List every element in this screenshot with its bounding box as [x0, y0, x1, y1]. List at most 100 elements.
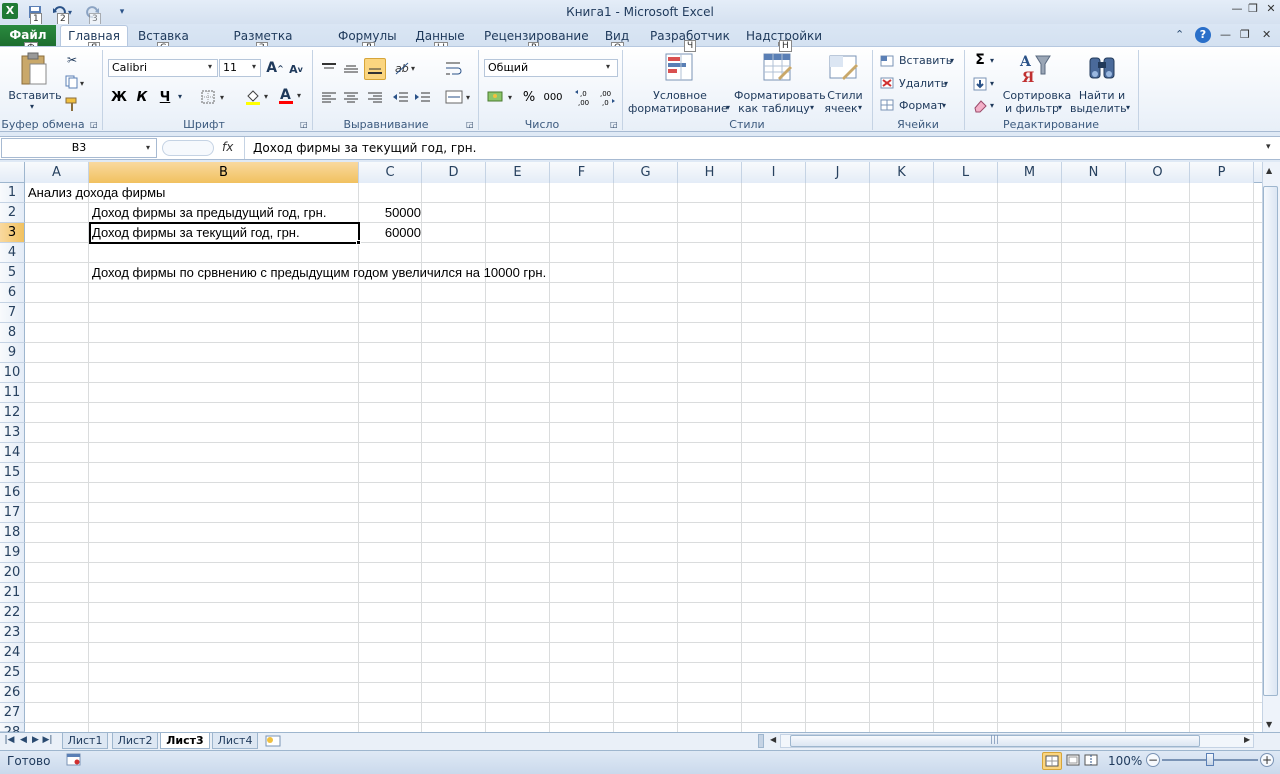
macro-record-icon[interactable] [66, 753, 82, 767]
excel-logo-icon[interactable]: X [2, 3, 18, 19]
conditional-formatting-arrow-icon[interactable]: ▾ [726, 103, 730, 112]
normal-view-icon[interactable] [1042, 752, 1062, 770]
workbook-minimize-icon[interactable]: — [1220, 28, 1231, 41]
worksheet-grid[interactable] [0, 162, 1262, 732]
row-header-20[interactable]: 20 [0, 563, 25, 583]
cell-C3[interactable]: 60000 [359, 223, 421, 243]
row-header-16[interactable]: 16 [0, 483, 25, 503]
thousands-separator-button[interactable]: 000 [542, 88, 564, 106]
row-header-24[interactable]: 24 [0, 643, 25, 663]
column-header-F[interactable]: F [550, 162, 614, 183]
column-header-E[interactable]: E [486, 162, 550, 183]
format-as-table-label-2[interactable]: как таблицу [738, 102, 810, 115]
tab-split-handle[interactable] [758, 734, 764, 748]
column-header-M[interactable]: M [998, 162, 1062, 183]
column-header-N[interactable]: N [1062, 162, 1126, 183]
insert-sheet-icon[interactable] [262, 734, 286, 748]
find-select-icon[interactable] [1086, 52, 1118, 84]
row-header-9[interactable]: 9 [0, 343, 25, 363]
align-bottom-icon[interactable] [364, 58, 386, 80]
align-top-icon[interactable] [320, 61, 338, 77]
formula-bar-resize-handle[interactable] [162, 140, 214, 156]
row-header-11[interactable]: 11 [0, 383, 25, 403]
sort-filter-icon[interactable]: AЯ [1018, 52, 1052, 86]
delete-cells-icon[interactable] [880, 76, 896, 90]
row-header-25[interactable]: 25 [0, 663, 25, 683]
column-header-A[interactable]: A [25, 162, 89, 183]
clipboard-dialog-launcher-icon[interactable]: ◲ [90, 120, 98, 129]
row-header-2[interactable]: 2 [0, 203, 25, 223]
select-all-corner[interactable] [0, 162, 25, 183]
insert-function-icon[interactable]: fx [222, 140, 233, 154]
font-dialog-launcher-icon[interactable]: ◲ [300, 120, 308, 129]
font-name-dropdown-arrow-icon[interactable]: ▾ [208, 62, 212, 71]
alignment-dialog-launcher-icon[interactable]: ◲ [466, 120, 474, 129]
cut-icon[interactable]: ✂ [64, 52, 80, 68]
format-cells-label[interactable]: Формат [899, 99, 944, 112]
insert-cells-icon[interactable] [880, 54, 896, 68]
row-header-15[interactable]: 15 [0, 463, 25, 483]
row-header-6[interactable]: 6 [0, 283, 25, 303]
scroll-down-icon[interactable]: ▼ [1266, 720, 1272, 729]
row-header-21[interactable]: 21 [0, 583, 25, 603]
row-header-5[interactable]: 5 [0, 263, 25, 283]
fill-handle[interactable] [356, 240, 361, 245]
name-box-arrow-icon[interactable]: ▾ [146, 143, 150, 152]
next-sheet-icon[interactable]: ▶ [30, 734, 41, 747]
row-header-19[interactable]: 19 [0, 543, 25, 563]
copy-icon[interactable]: ▾ [64, 74, 88, 90]
page-break-view-icon[interactable] [1082, 752, 1100, 770]
column-header-I[interactable]: I [742, 162, 806, 183]
sheet-tab-4[interactable]: Лист4 [212, 733, 258, 749]
align-center-icon[interactable] [342, 90, 360, 106]
sort-filter-arrow-icon[interactable]: ▾ [1058, 103, 1062, 112]
find-select-label-2[interactable]: выделить [1070, 102, 1127, 115]
conditional-formatting-label-2[interactable]: форматирование [628, 102, 728, 115]
autosum-icon[interactable]: Σ [972, 52, 988, 68]
insert-cells-label[interactable]: Вставить [899, 54, 952, 67]
underline-button[interactable]: Ч [156, 88, 174, 106]
autosum-arrow-icon[interactable]: ▾ [990, 56, 994, 65]
last-sheet-icon[interactable]: ▶| [42, 734, 53, 747]
align-right-icon[interactable] [366, 90, 384, 106]
cell-A1[interactable]: Анализ дохода фирмы [28, 183, 165, 203]
decrease-decimal-icon[interactable]: ,00,0 [598, 88, 618, 108]
cell-B5[interactable]: Доход фирмы по срвнению с предыдущим год… [92, 263, 546, 283]
sort-filter-label-2[interactable]: и фильтр [1004, 102, 1060, 115]
currency-format-icon[interactable]: ▾ [486, 88, 516, 106]
cell-styles-label-1[interactable]: Стили [826, 89, 864, 102]
row-header-10[interactable]: 10 [0, 363, 25, 383]
fill-icon[interactable] [972, 76, 988, 92]
vertical-scroll-thumb[interactable] [1263, 186, 1278, 696]
zoom-out-button[interactable]: − [1146, 753, 1160, 767]
align-middle-icon[interactable] [342, 61, 360, 77]
row-header-22[interactable]: 22 [0, 603, 25, 623]
cell-C2[interactable]: 50000 [359, 203, 421, 223]
find-select-arrow-icon[interactable]: ▾ [1126, 103, 1130, 112]
number-dialog-launcher-icon[interactable]: ◲ [610, 120, 618, 129]
increase-decimal-icon[interactable]: ,0,00 [574, 88, 594, 108]
insert-cells-arrow-icon[interactable]: ▾ [950, 56, 954, 65]
cell-styles-label-2[interactable]: ячеек [824, 102, 858, 115]
sheet-tab-2[interactable]: Лист2 [112, 733, 158, 749]
grow-font-button[interactable]: A ^ [266, 59, 284, 77]
column-header-O[interactable]: O [1126, 162, 1190, 183]
fill-arrow-icon[interactable]: ▾ [990, 79, 994, 88]
shrink-font-button[interactable]: Av [288, 61, 304, 77]
format-as-table-label-1[interactable]: Форматировать [734, 89, 826, 102]
cell-styles-arrow-icon[interactable]: ▾ [858, 103, 862, 112]
merge-center-icon[interactable]: ▾ [444, 88, 474, 106]
column-header-L[interactable]: L [934, 162, 998, 183]
fill-color-icon[interactable]: ▾ [244, 88, 272, 106]
customize-qat-icon[interactable]: ▾ [116, 3, 128, 21]
row-header-12[interactable]: 12 [0, 403, 25, 423]
font-color-icon[interactable]: A ▾ [277, 86, 305, 106]
expand-formula-bar-icon[interactable]: ▾ [1266, 142, 1271, 152]
number-format-dropdown[interactable]: Общий [484, 59, 618, 77]
bold-button[interactable]: Ж [110, 88, 128, 106]
column-header-H[interactable]: H [678, 162, 742, 183]
minimize-ribbon-icon[interactable]: ⌃ [1175, 28, 1184, 41]
number-format-arrow-icon[interactable]: ▾ [606, 62, 610, 71]
clear-arrow-icon[interactable]: ▾ [990, 101, 994, 110]
conditional-formatting-label-1[interactable]: Условное [630, 89, 730, 102]
